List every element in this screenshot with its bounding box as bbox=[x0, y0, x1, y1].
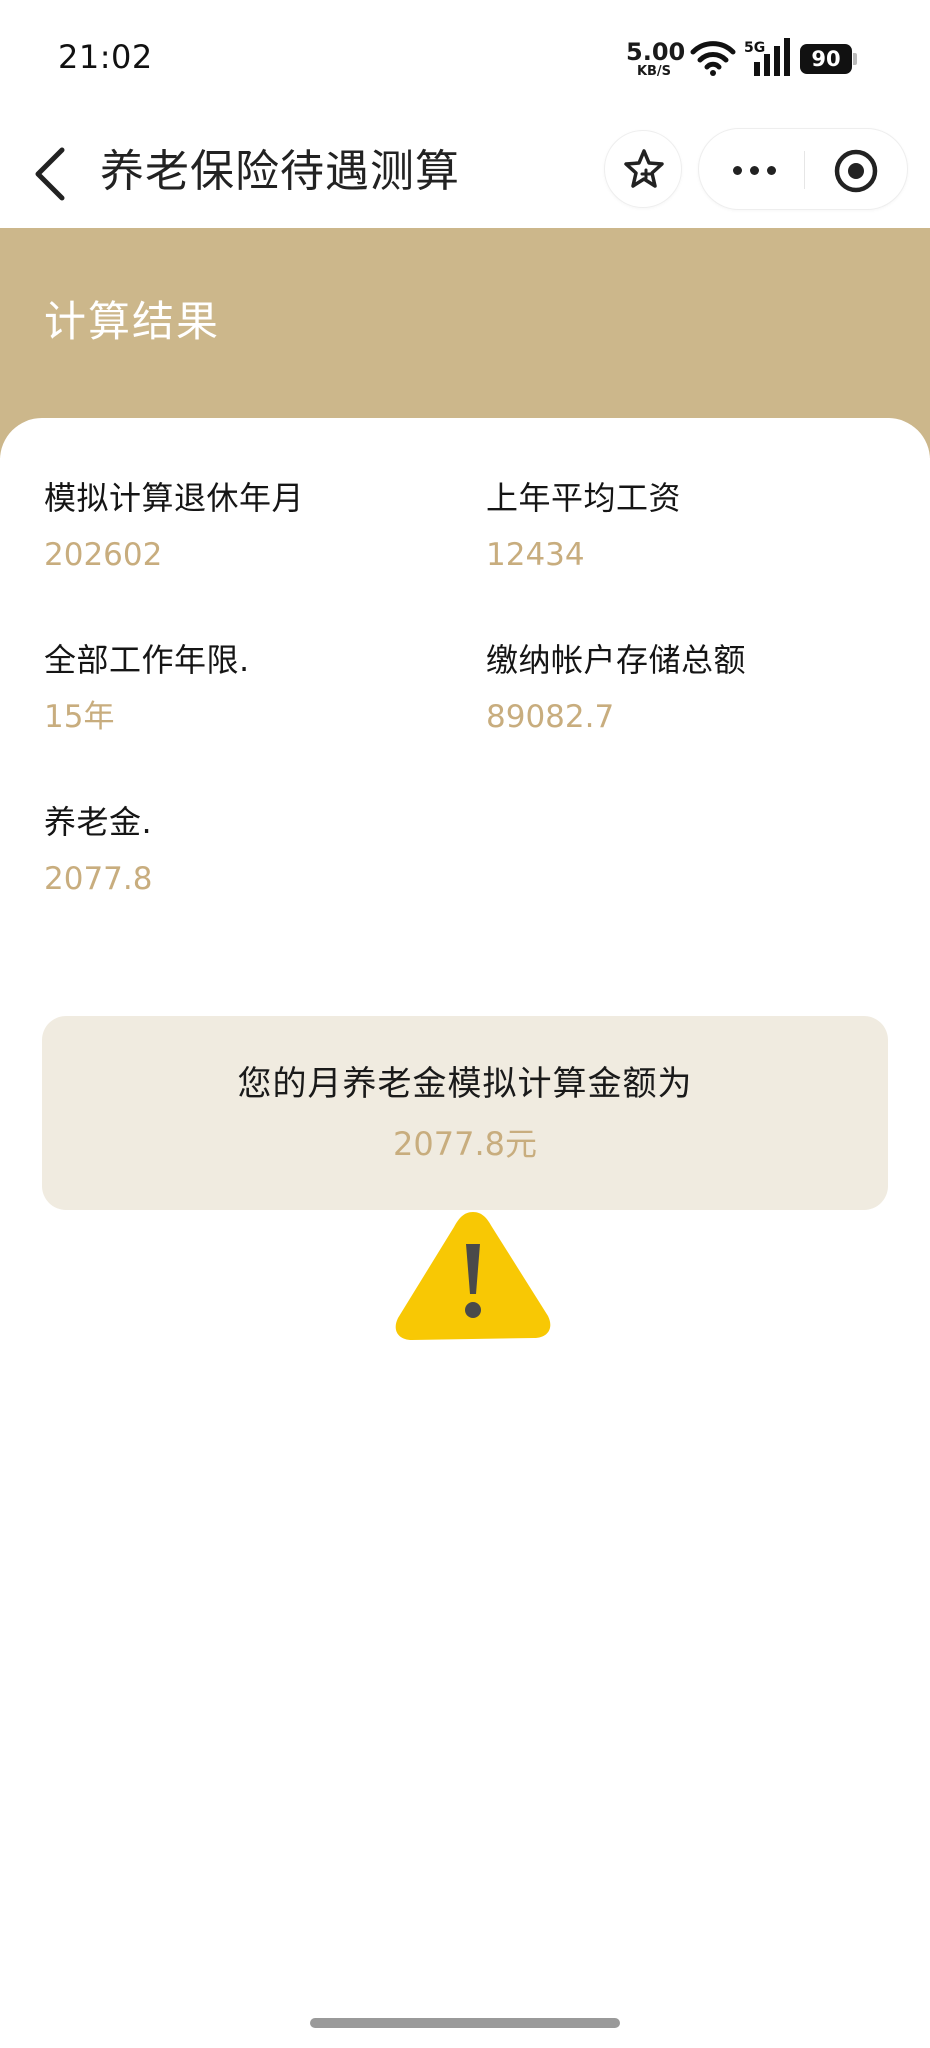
more-button[interactable] bbox=[709, 129, 799, 211]
more-dots-icon bbox=[733, 166, 742, 175]
field-account-total: 缴纳帐户存储总额 89082.7 bbox=[486, 638, 906, 738]
back-arrow-icon bbox=[35, 147, 65, 201]
field-label: 模拟计算退休年月 bbox=[44, 479, 305, 517]
field-pension: 养老金. 2077.8 bbox=[44, 800, 464, 900]
close-mini-program-button[interactable] bbox=[811, 129, 903, 211]
field-retirement-date: 模拟计算退休年月 202602 bbox=[44, 476, 464, 576]
summary-value: 2077.8元 bbox=[393, 1125, 537, 1163]
field-average-wage: 上年平均工资 12434 bbox=[486, 476, 906, 576]
field-value: 2077.8 bbox=[44, 861, 153, 897]
target-icon bbox=[834, 149, 878, 193]
field-working-years: 全部工作年限. 15年 bbox=[44, 638, 464, 738]
field-value: 15年 bbox=[44, 699, 115, 735]
section-title: 计算结果 bbox=[44, 297, 221, 346]
field-label: 缴纳帐户存储总额 bbox=[486, 641, 747, 679]
status-bar: 21:02 5.00 KB/S 5G 90 bbox=[0, 0, 930, 118]
network-speed-unit: KB/S bbox=[636, 64, 672, 79]
wifi-icon bbox=[690, 41, 736, 76]
back-button[interactable] bbox=[28, 136, 80, 208]
signal-icon: 5G bbox=[744, 38, 790, 76]
summary-label: 您的月养老金模拟计算金额为 bbox=[237, 1064, 693, 1104]
mini-program-capsule bbox=[698, 128, 908, 210]
field-value: 12434 bbox=[486, 537, 585, 573]
favorite-button[interactable] bbox=[604, 130, 682, 208]
field-label: 上年平均工资 bbox=[486, 479, 682, 517]
star-icon bbox=[624, 149, 664, 188]
home-indicator[interactable] bbox=[310, 2018, 620, 2028]
field-label: 全部工作年限. bbox=[44, 641, 250, 679]
field-label: 养老金. bbox=[44, 803, 153, 841]
network-type-label: 5G bbox=[744, 40, 765, 56]
battery-icon: 90 bbox=[800, 44, 858, 74]
field-value: 202602 bbox=[44, 537, 163, 573]
network-speed-value: 5.00 bbox=[626, 38, 686, 66]
field-value: 89082.7 bbox=[486, 699, 615, 735]
network-speed: 5.00 KB/S bbox=[626, 38, 686, 79]
nav-bar: 养老保险待遇测算 bbox=[0, 118, 930, 228]
page-title: 养老保险待遇测算 bbox=[100, 146, 460, 197]
monthly-pension-summary: 您的月养老金模拟计算金额为 2077.8元 bbox=[42, 1016, 888, 1210]
battery-level: 90 bbox=[800, 44, 852, 74]
warning-triangle-icon bbox=[395, 1212, 551, 1340]
status-time: 21:02 bbox=[58, 38, 153, 76]
